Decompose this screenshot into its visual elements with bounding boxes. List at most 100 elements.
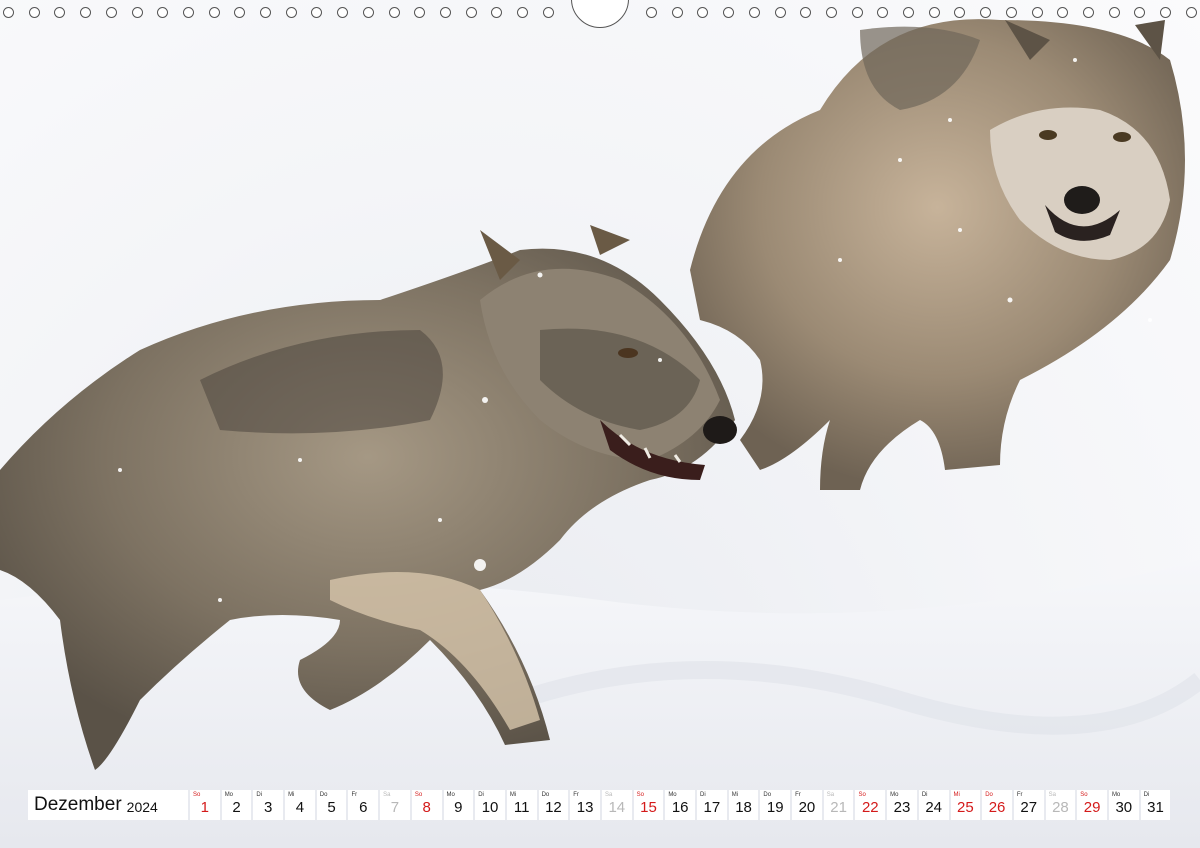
- day-cell: Mo 30: [1108, 790, 1139, 820]
- day-of-week: Mi: [953, 792, 960, 798]
- day-cell: Do 26: [982, 790, 1012, 820]
- day-of-week: Do: [985, 792, 993, 798]
- day-number: 4: [295, 799, 305, 816]
- day-cell: Do 12: [538, 790, 569, 820]
- day-cell: So 8: [411, 790, 442, 820]
- binding-hole: [517, 7, 528, 18]
- day-cell: So 22: [855, 790, 886, 820]
- day-cell: So 29: [1077, 790, 1107, 820]
- day-cell: Di 3: [253, 790, 284, 820]
- day-of-week: Sa: [383, 792, 391, 798]
- binding-hole: [28, 7, 40, 18]
- binding-hole: [105, 7, 117, 18]
- binding-hole: [671, 7, 683, 18]
- day-of-week: Di: [256, 792, 263, 798]
- binding-hole: [1160, 7, 1171, 18]
- day-cell: Mo 9: [443, 790, 474, 820]
- binding-hole: [851, 7, 863, 18]
- day-number: 22: [861, 799, 879, 816]
- month-name: Dezember: [34, 794, 122, 815]
- binding-hole: [825, 7, 837, 18]
- day-of-week: Mo: [1111, 792, 1121, 798]
- day-of-week: So: [193, 792, 201, 798]
- day-number: 9: [454, 799, 463, 816]
- binding-hole: [1005, 7, 1017, 18]
- day-number: 21: [830, 799, 847, 816]
- day-of-week: Do: [541, 792, 550, 798]
- day-of-week: So: [414, 792, 423, 798]
- binding-hole: [542, 7, 554, 18]
- day-of-week: Fr: [573, 792, 579, 798]
- day-of-week: So: [858, 792, 866, 798]
- day-number: 5: [327, 799, 336, 816]
- day-number: 29: [1083, 799, 1101, 816]
- day-number: 8: [422, 799, 431, 816]
- binding-hole: [337, 7, 349, 18]
- day-cell: Fr 6: [348, 790, 379, 820]
- binding-hole: [491, 7, 503, 18]
- binding-hole: [54, 7, 66, 18]
- binding-hole: [260, 7, 271, 18]
- day-number: 18: [735, 799, 752, 816]
- day-number: 2: [232, 799, 241, 816]
- day-number: 28: [1052, 799, 1069, 816]
- month-label: Dezember 2024: [28, 790, 188, 820]
- day-of-week: Mo: [668, 792, 677, 798]
- day-of-week: Fr: [351, 792, 358, 798]
- day-of-week: Mi: [288, 792, 295, 798]
- day-number: 10: [481, 799, 499, 816]
- binding-hole: [388, 7, 400, 18]
- day-of-week: Di: [1143, 792, 1150, 798]
- binding-hole: [1082, 7, 1094, 18]
- day-number: 14: [608, 799, 626, 816]
- day-of-week: Do: [319, 792, 328, 798]
- day-number: 7: [390, 799, 400, 816]
- day-number: 12: [545, 799, 562, 816]
- binding-hole: [774, 7, 786, 18]
- day-cell: Fr 20: [792, 790, 822, 820]
- binding-hole: [362, 7, 374, 18]
- binding-hole: [723, 7, 735, 18]
- binding-hole: [1185, 7, 1197, 18]
- day-cell: Mo 2: [221, 790, 252, 820]
- binding-hole: [285, 7, 297, 18]
- binding-hole: [311, 7, 323, 18]
- day-cell: Mi 18: [728, 790, 759, 820]
- binding-hole: [157, 7, 169, 18]
- day-number: 17: [703, 799, 721, 816]
- binding-hole: [800, 7, 812, 18]
- calendar-bar: Dezember 2024 So 1 Mo 2 Di 3 Mi 4 Do 5 Fr 6 Sa 7 So 8 Mo…: [28, 790, 1172, 820]
- day-of-week: Di: [921, 792, 928, 798]
- binding-hole: [646, 7, 657, 18]
- wolves-in-snow-photo: [0, 0, 1200, 848]
- day-of-week: Sa: [1048, 792, 1056, 798]
- binding-hole: [980, 7, 992, 18]
- binding-hole: [748, 7, 760, 18]
- binding-hole: [234, 7, 246, 18]
- wolf-right: [690, 19, 1185, 490]
- day-cell: Do 5: [316, 790, 347, 820]
- day-of-week: Mi: [509, 792, 517, 798]
- binding-hole: [928, 7, 940, 18]
- day-cell: Sa 14: [601, 790, 632, 820]
- binding-hole: [954, 7, 966, 18]
- day-of-week: So: [636, 792, 644, 798]
- day-cell: Di 17: [697, 790, 727, 820]
- binding-hole: [208, 7, 220, 18]
- day-of-week: Mo: [890, 792, 899, 798]
- day-cell: Sa 21: [823, 790, 854, 820]
- binding-hole: [877, 7, 889, 18]
- day-cell: Sa 7: [380, 790, 410, 820]
- day-number: 31: [1147, 799, 1164, 816]
- day-cell: Mo 23: [887, 790, 917, 820]
- day-of-week: Mi: [731, 792, 739, 798]
- binding-hole: [80, 7, 92, 18]
- day-number: 16: [671, 799, 689, 816]
- day-cell: Do 19: [760, 790, 791, 820]
- month-year: 2024: [126, 798, 158, 815]
- binding-hole: [1057, 7, 1069, 18]
- binding-hole: [131, 7, 143, 18]
- day-cell: Mi 4: [285, 790, 315, 820]
- day-of-week: Di: [700, 792, 706, 798]
- binding-hole: [414, 7, 426, 18]
